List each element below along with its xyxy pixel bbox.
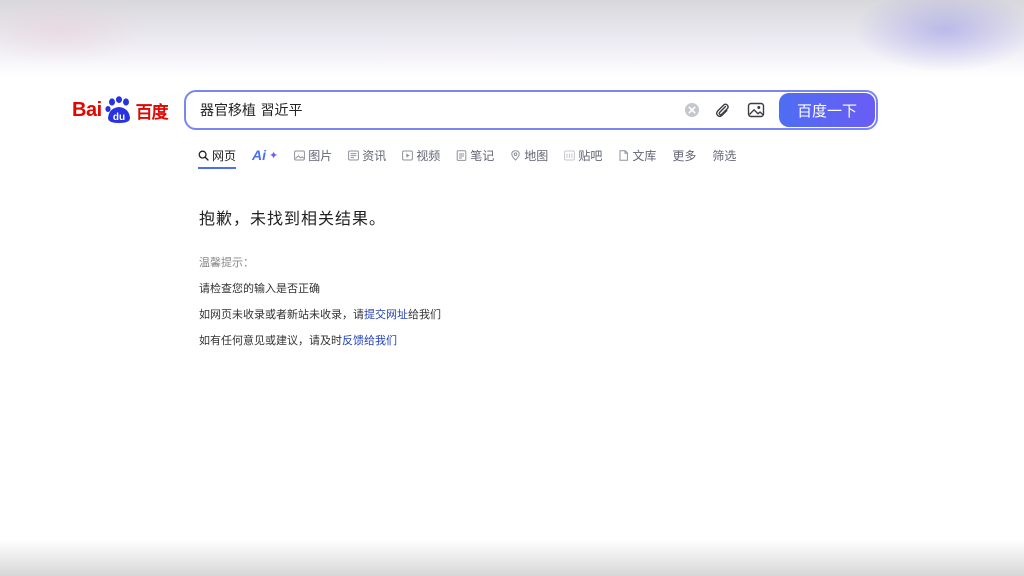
paperclip-icon[interactable]	[712, 100, 732, 120]
tab-label: 网页	[212, 148, 237, 163]
news-icon	[348, 150, 360, 161]
hint-title: 温馨提示：	[199, 256, 254, 269]
tab-library[interactable]: 文库	[618, 146, 656, 164]
tab-video[interactable]: 视频	[402, 146, 440, 164]
logo-latin-text: Bai	[72, 98, 102, 121]
search-icon	[198, 150, 209, 161]
hint-feedback: 如有任何意见或建议，请及时反馈给我们	[199, 332, 397, 348]
search-tabs: 网页 Ai ✦ 图片 资讯 视频 笔记 地图 贴吧 文库 更多 筛选	[198, 146, 752, 170]
tab-ai[interactable]: Ai ✦	[252, 146, 278, 164]
map-icon	[510, 149, 521, 161]
tieba-icon	[564, 150, 576, 161]
video-icon	[402, 150, 414, 161]
tab-label: 图片	[308, 148, 333, 163]
sparkle-icon: ✦	[269, 148, 279, 162]
hint-text: 如有任何意见或建议，请及时	[199, 334, 342, 347]
tab-label: 视频	[416, 148, 441, 163]
search-button[interactable]: 百度一下	[779, 93, 875, 127]
tab-web[interactable]: 网页	[198, 146, 237, 169]
tab-label: 笔记	[470, 148, 495, 163]
tab-map[interactable]: 地图	[510, 146, 548, 164]
no-results-headline: 抱歉，未找到相关结果。	[199, 209, 387, 228]
tab-label: 文库	[632, 148, 657, 163]
image-icon	[294, 150, 306, 161]
logo-paw-text: du	[113, 112, 125, 123]
hint-submit-site: 如网页未收录或者新站未收录，请提交网址给我们	[199, 306, 441, 322]
tab-filter[interactable]: 筛选	[712, 146, 736, 164]
tab-label: 更多	[672, 148, 697, 163]
hint-text: 给我们	[408, 308, 441, 321]
tab-tieba[interactable]: 贴吧	[564, 146, 602, 164]
search-input[interactable]	[200, 95, 670, 125]
library-icon	[618, 149, 629, 161]
tab-label: 筛选	[712, 148, 737, 163]
search-box: 百度一下	[184, 90, 878, 130]
tab-label: 地图	[524, 148, 549, 163]
submit-url-link[interactable]: 提交网址	[364, 308, 408, 321]
tab-label: 贴吧	[578, 148, 603, 163]
clear-icon[interactable]	[682, 100, 702, 120]
ai-icon: Ai	[252, 147, 267, 163]
tab-more[interactable]: 更多	[672, 146, 696, 164]
hint-text: 如网页未收录或者新站未收录，请	[199, 308, 364, 321]
top-background-glow	[0, 0, 1024, 78]
baidu-logo[interactable]: Bai du 百度	[72, 96, 169, 124]
note-icon	[456, 149, 467, 161]
no-results-panel: 抱歉，未找到相关结果。 温馨提示： 请检查您的输入是否正确 如网页未收录或者新站…	[199, 208, 441, 347]
hint-check-input: 请检查您的输入是否正确	[199, 282, 320, 295]
tab-label: 资讯	[362, 148, 387, 163]
tab-news[interactable]: 资讯	[348, 146, 386, 164]
tab-notes[interactable]: 笔记	[456, 146, 494, 164]
feedback-link[interactable]: 反馈给我们	[342, 334, 397, 347]
image-search-icon[interactable]	[746, 100, 766, 120]
logo-chinese-text: 百度	[135, 102, 169, 123]
paw-icon: du	[104, 96, 134, 124]
tab-images[interactable]: 图片	[294, 146, 332, 164]
